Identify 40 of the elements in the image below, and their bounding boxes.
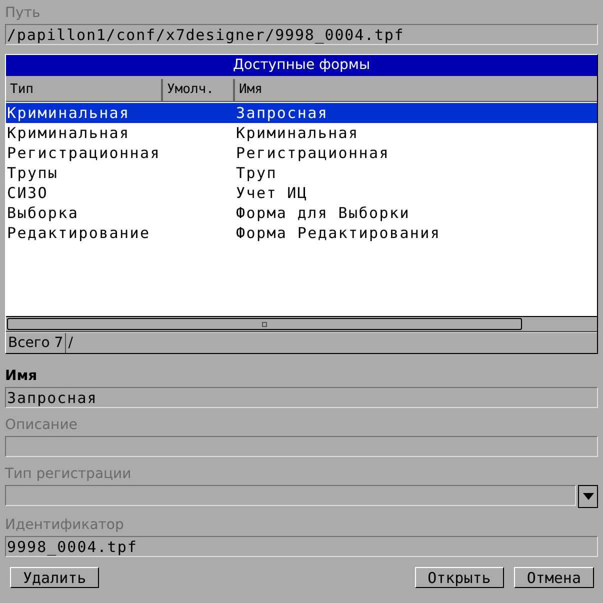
input-field[interactable]: Запросная <box>5 387 598 408</box>
table-cell-text: Труп <box>236 163 278 183</box>
scroll-thumb[interactable] <box>7 318 522 330</box>
status-text: / <box>67 334 74 353</box>
combo-field[interactable] <box>5 485 576 506</box>
horizontal-scrollbar[interactable] <box>6 316 597 332</box>
table-cell-text: СИЗО <box>6 183 49 203</box>
table-row[interactable]: Криминальная Запросная <box>6 103 597 123</box>
table-cell-text: Трупы <box>6 163 60 183</box>
table-cell-text: Форма Редактирования <box>236 223 442 243</box>
delete-button[interactable]: Удалить <box>10 567 100 588</box>
field-label: Идентификатор <box>5 516 124 534</box>
table-cell-text: Редактирование <box>6 223 152 243</box>
caret-icon <box>582 493 594 500</box>
cancel-button[interactable]: Отмена <box>514 567 594 588</box>
table-cell-text: Выборка <box>6 203 80 223</box>
table-cell-text: Учет ИЦ <box>236 183 309 203</box>
table-row[interactable]: СИЗО Учет ИЦ <box>6 183 597 203</box>
table-cell-text: Криминальная <box>6 123 131 143</box>
table-cell-text: Регистрационная <box>6 143 162 163</box>
input-field[interactable] <box>5 436 598 457</box>
table-row[interactable]: Редактирование Форма Редактирования <box>6 223 597 243</box>
path-label: Путь <box>5 4 40 22</box>
table-cell-text: Запросная <box>236 103 330 123</box>
status-text: Всего 7 <box>6 333 66 353</box>
column-header[interactable]: Имя <box>235 79 597 101</box>
field-label: Тип регистрации <box>5 465 132 483</box>
field-label: Описание <box>5 416 78 434</box>
table-row[interactable]: Трупы Труп <box>6 163 597 183</box>
table-row[interactable]: Выборка Форма для Выборки <box>6 203 597 223</box>
table-cell-text: Криминальная <box>6 103 131 123</box>
table-cell-text: Регистрационная <box>236 143 390 163</box>
table-cell-text: Криминальная <box>236 123 360 143</box>
table-row[interactable]: Регистрационная Регистрационная <box>6 143 597 163</box>
table-cell-text: Форма для Выборки <box>236 203 411 223</box>
field-label: Имя <box>5 367 38 385</box>
table-title: Доступные формы <box>6 55 597 76</box>
open-button[interactable]: Открыть <box>414 567 504 588</box>
table-row[interactable]: Криминальная Криминальная <box>6 123 597 143</box>
dropdown-button[interactable] <box>578 485 598 508</box>
